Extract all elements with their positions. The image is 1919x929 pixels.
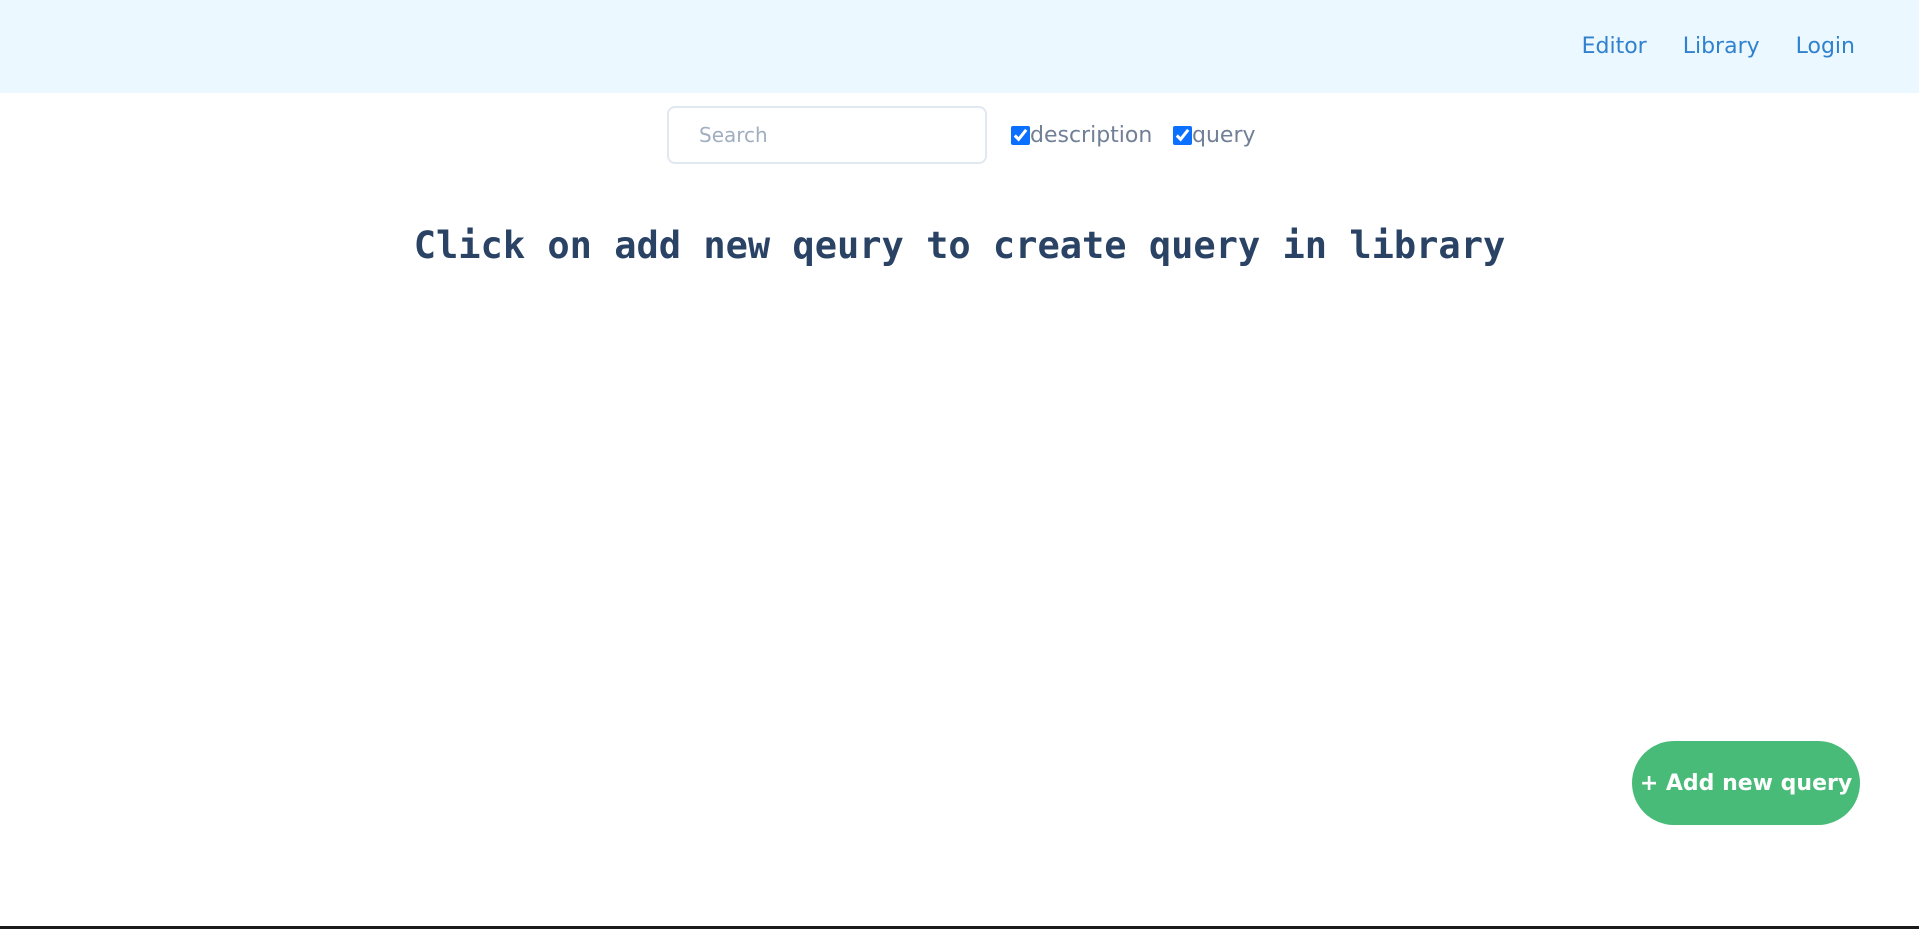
nav-link-login[interactable]: Login [1796, 34, 1855, 59]
description-checkbox[interactable] [1011, 126, 1030, 145]
search-filter-row: description query [0, 106, 1919, 166]
nav-links: Editor Library Login [1582, 0, 1855, 93]
empty-library-message: Click on add new qeury to create query i… [413, 224, 1506, 267]
description-filter[interactable]: description [1011, 123, 1152, 148]
description-checkbox-label: description [1030, 123, 1153, 148]
top-navbar: Editor Library Login [0, 0, 1919, 93]
query-checkbox-label: query [1192, 123, 1256, 148]
query-filter[interactable]: query [1173, 123, 1256, 148]
nav-link-editor[interactable]: Editor [1582, 34, 1647, 59]
search-input[interactable] [667, 106, 987, 164]
add-new-query-button[interactable]: + Add new query [1632, 741, 1860, 825]
nav-link-library[interactable]: Library [1683, 34, 1760, 59]
query-checkbox[interactable] [1173, 126, 1192, 145]
